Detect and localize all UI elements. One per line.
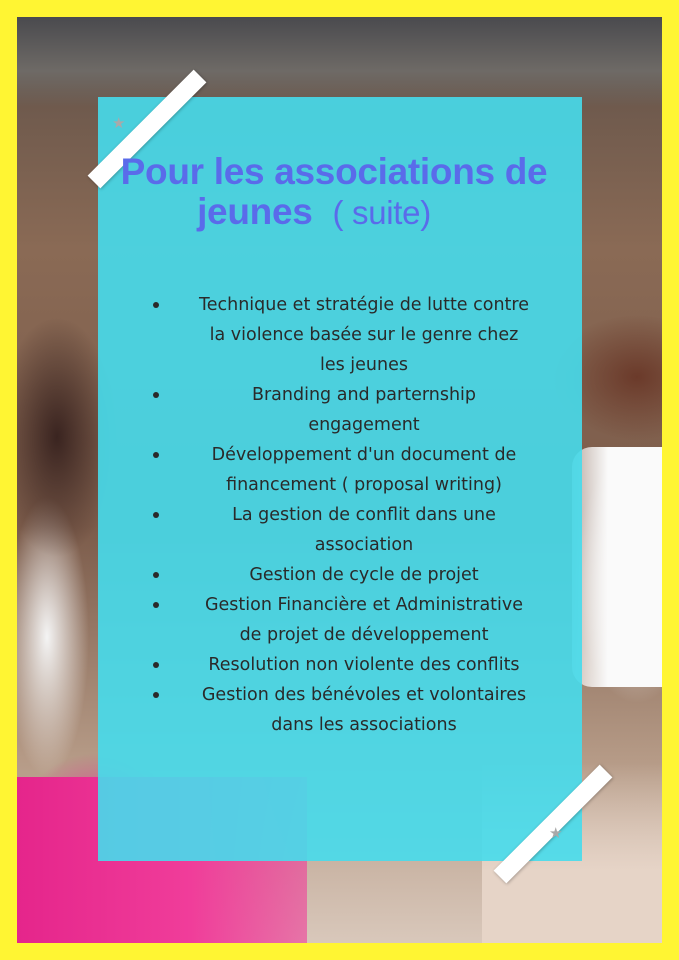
list-item-line: association xyxy=(314,535,414,555)
list-item-line: Resolution non violente des conflits xyxy=(208,655,520,675)
photo-ceiling xyxy=(17,17,662,107)
star-icon: ★ xyxy=(112,114,126,132)
list-item: Resolution non violente des conflits xyxy=(150,650,560,680)
list-item-line: Technique et stratégie de lutte contre xyxy=(199,295,529,315)
title-main: jeunes xyxy=(197,191,313,232)
list-item-line: les jeunes xyxy=(319,355,408,375)
page-title: Pour les associations de jeunes ( suite) xyxy=(98,152,570,233)
list-item-line: Gestion de cycle de projet xyxy=(249,565,479,585)
list-item-line: La gestion de conflit dans une xyxy=(232,505,496,525)
list-item-line: Gestion des bénévoles et volontaires xyxy=(201,685,527,705)
title-suffix: ( suite) xyxy=(332,194,431,231)
list-item: Gestion Financière et Administrative de p… xyxy=(150,590,560,650)
list-item-line: dans les associations xyxy=(271,715,457,735)
list-item: Développement d'un document de financemen… xyxy=(150,440,560,500)
list-item: La gestion de conflit dans une associatio… xyxy=(150,500,560,560)
list-item-line: Développement d'un document de xyxy=(211,445,517,465)
list-item-line: la violence basée sur le genre chez xyxy=(209,325,519,345)
title-line-2: jeunes ( suite) xyxy=(98,192,570,233)
title-line-1: Pour les associations de xyxy=(120,151,548,192)
list-item: Branding and parternship engagement xyxy=(150,380,560,440)
list-item-line: de projet de développement xyxy=(239,625,489,645)
list-item-line: financement ( proposal writing) xyxy=(226,475,502,495)
topic-list: Technique et stratégie de lutte contre la… xyxy=(150,290,560,740)
list-item-line: Gestion Financière et Administrative xyxy=(204,595,524,615)
list-item-line: engagement xyxy=(308,415,420,435)
list-item: Gestion des bénévoles et volontaires dans… xyxy=(150,680,560,740)
photo-white-shirt xyxy=(572,447,662,687)
list-item-line: Branding and parternship xyxy=(251,385,477,405)
list-item: Gestion de cycle de projet xyxy=(150,560,560,590)
list-item: Technique et stratégie de lutte contre la… xyxy=(150,290,560,380)
star-icon: ★ xyxy=(549,824,563,842)
